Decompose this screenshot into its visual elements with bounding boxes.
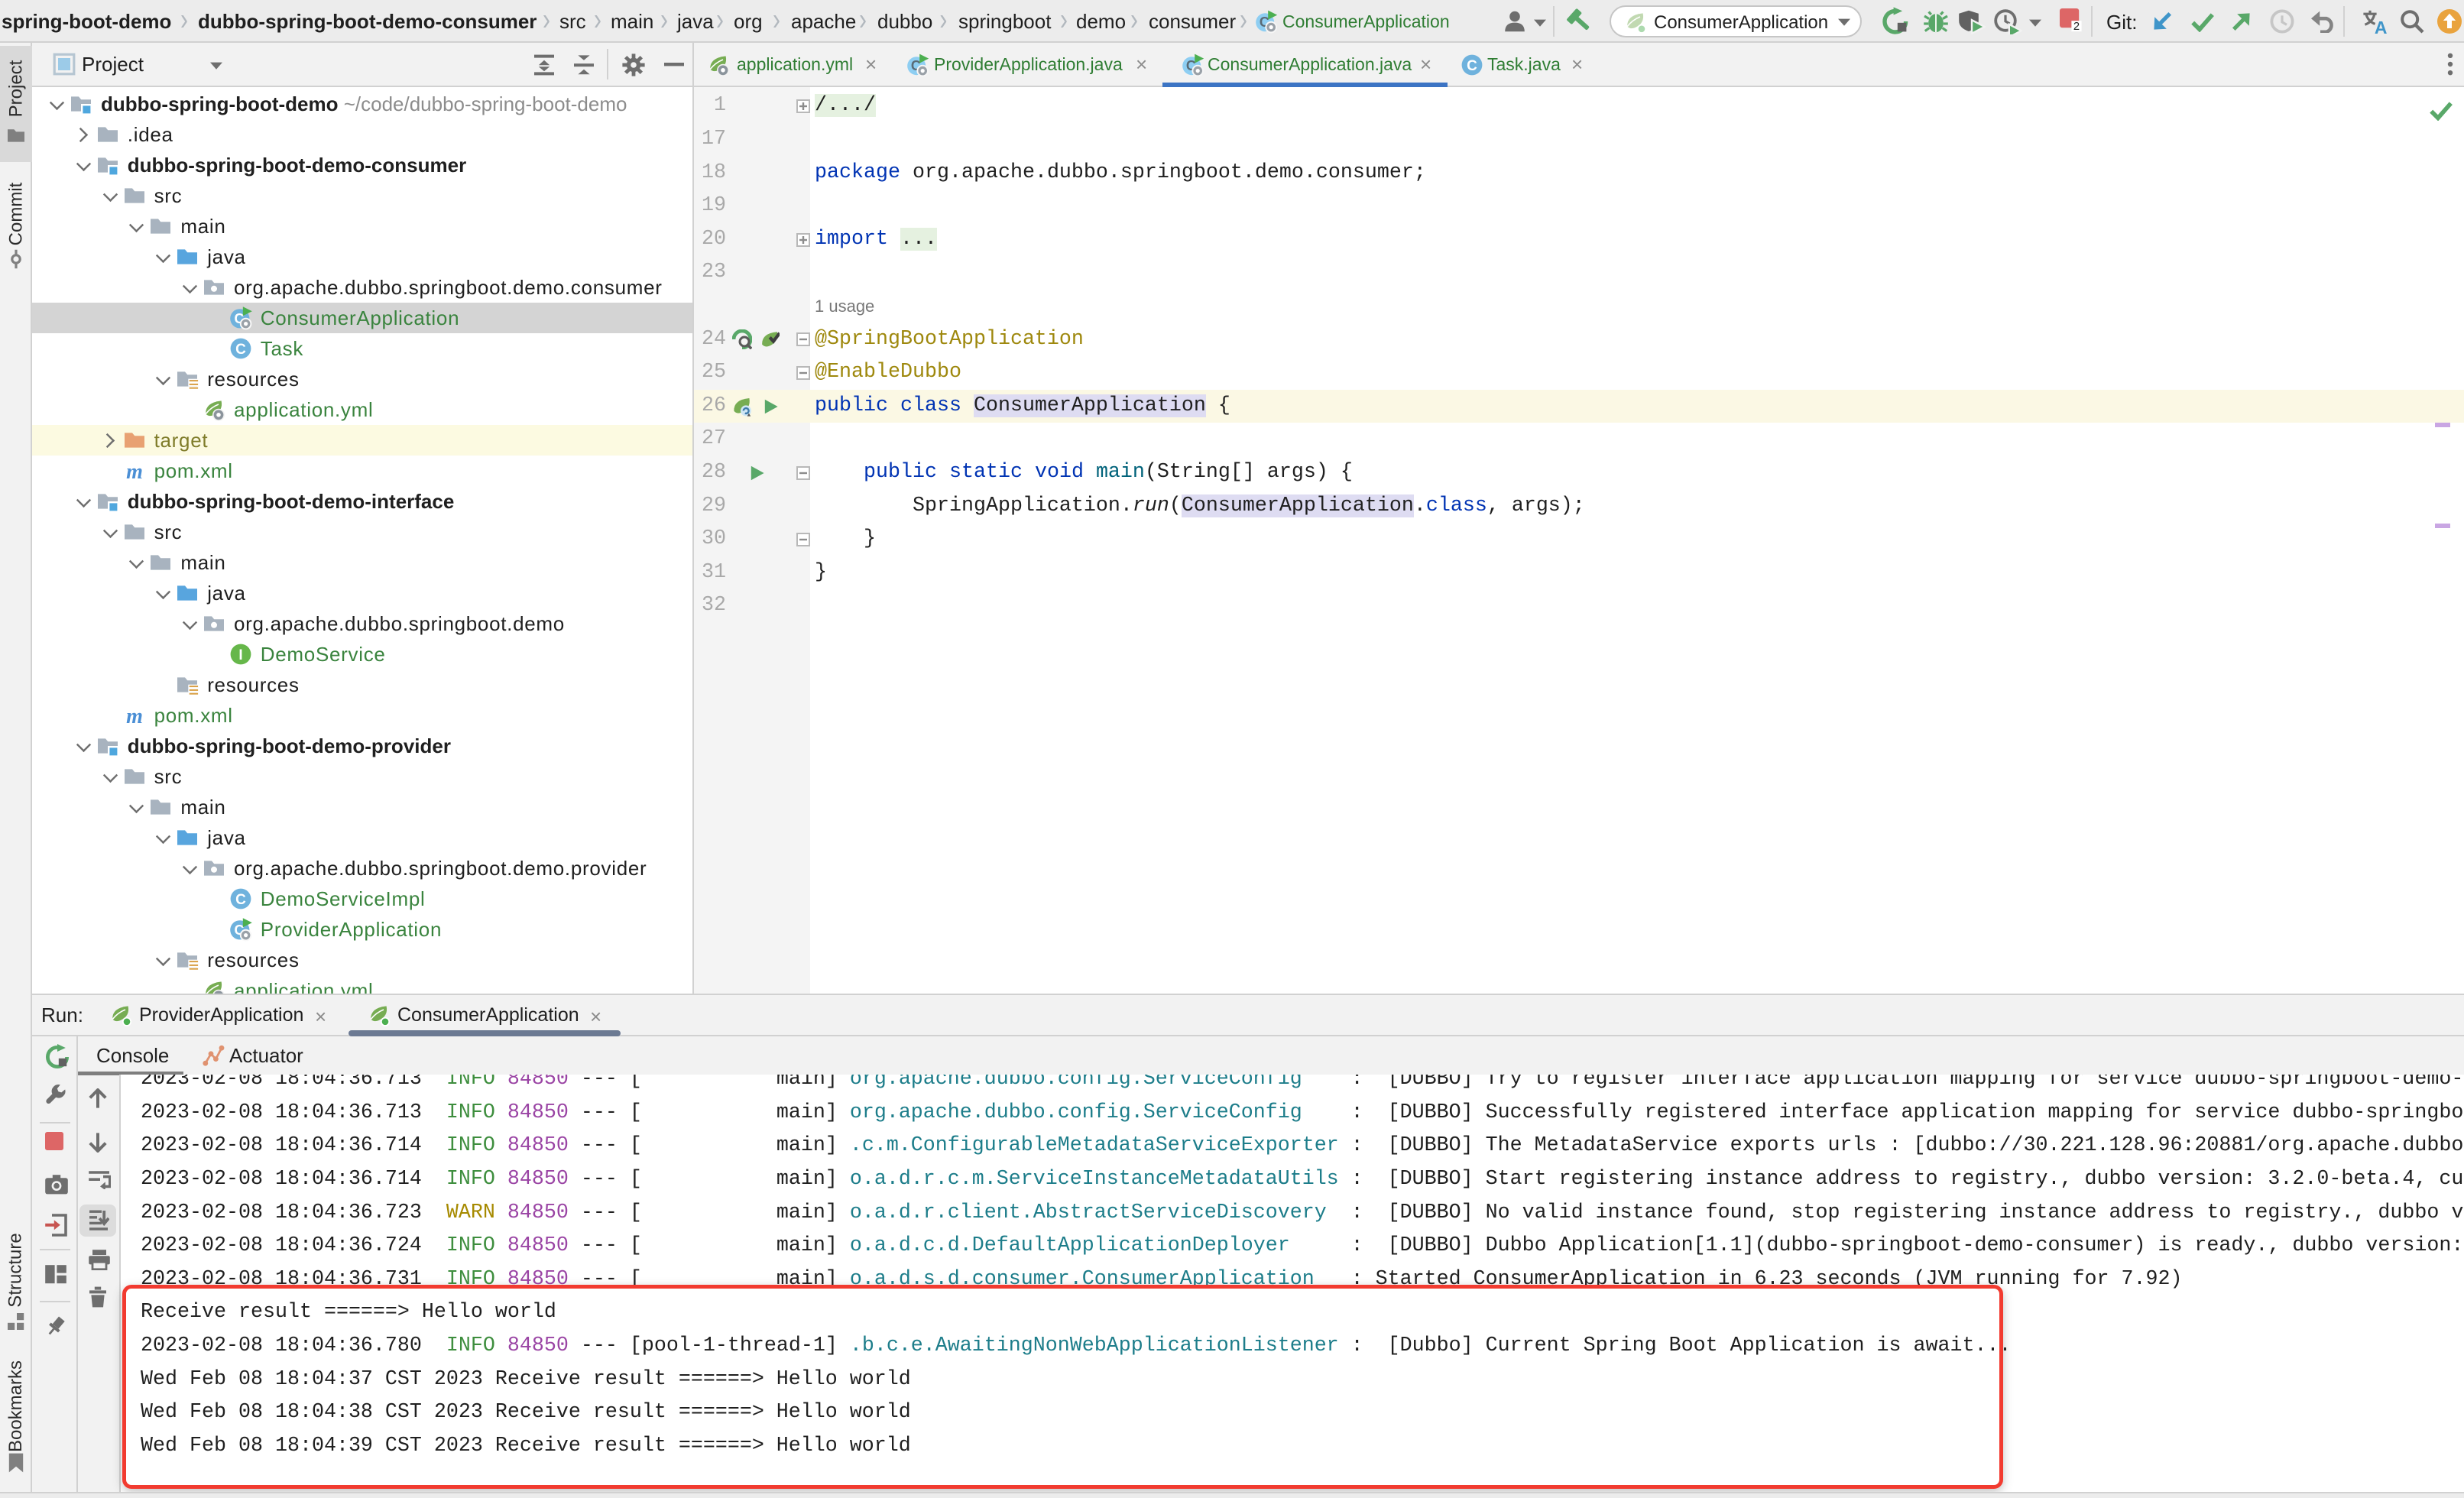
svg-text:m: m xyxy=(126,460,143,483)
svg-text:A: A xyxy=(2375,18,2388,34)
svg-text:2: 2 xyxy=(2073,21,2080,32)
svg-text:m: m xyxy=(126,705,143,728)
svg-text:C: C xyxy=(1467,58,1477,74)
svg-text:I: I xyxy=(238,647,242,663)
svg-text:C: C xyxy=(235,342,246,358)
svg-text:C: C xyxy=(235,892,246,908)
